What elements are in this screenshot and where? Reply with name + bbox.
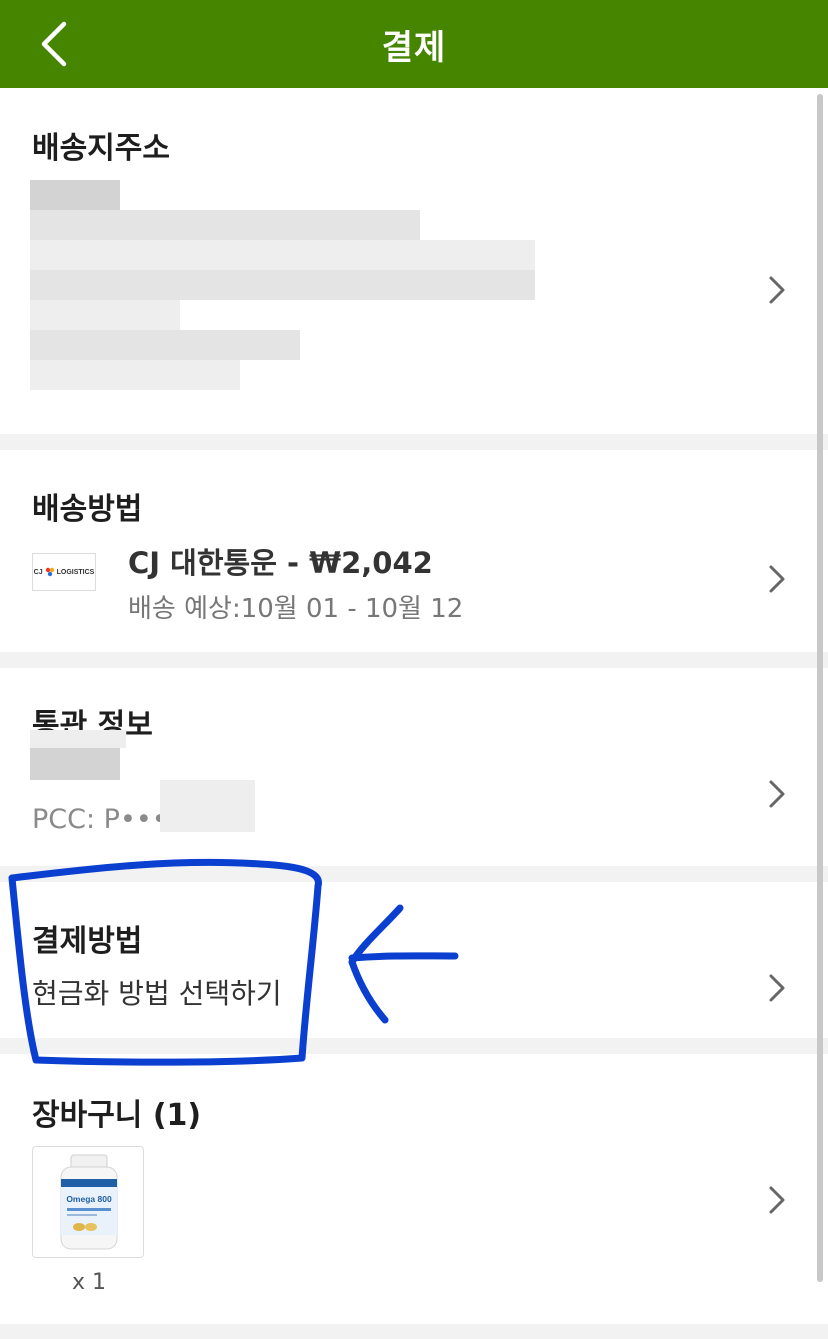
pcc-number: PCC: P••• — [32, 804, 168, 835]
supplement-bottle-image: Omega 800 — [60, 1154, 118, 1250]
shipping-carrier-price: CJ 대한통운 - ₩2,042 — [128, 546, 433, 580]
payment-title: 결제방법 — [32, 924, 143, 959]
product-quantity: x 1 — [72, 1270, 107, 1295]
payment-method-select[interactable]: 현금화 방법 선택하기 — [32, 972, 282, 1012]
cart-title: 장바구니 (1) — [32, 1098, 202, 1133]
customs-info-section[interactable]: 통관 정보 PCC: P••• — [0, 668, 828, 866]
cart-section[interactable]: 장바구니 (1) Omega 800 x 1 — [0, 1054, 828, 1324]
chevron-right-icon — [769, 1186, 785, 1214]
scrollbar[interactable] — [817, 94, 823, 1282]
address-title: 배송지주소 — [32, 131, 170, 166]
payment-method-section[interactable]: 결제방법 현금화 방법 선택하기 — [0, 882, 828, 1038]
shipping-title: 배송방법 — [32, 492, 143, 527]
chevron-left-icon — [41, 21, 67, 67]
shipping-method-section[interactable]: 배송방법 CJ LOGISTICS CJ 대한통운 - ₩2,042 배송 예상… — [0, 450, 828, 652]
shipping-eta: 배송 예상:10월 01 - 10월 12 — [128, 594, 464, 624]
chevron-right-icon — [769, 276, 785, 304]
chevron-right-icon — [769, 974, 785, 1002]
top-app-bar: 결제 — [0, 0, 828, 88]
product-thumbnail[interactable]: Omega 800 — [32, 1146, 144, 1258]
chevron-right-icon — [769, 780, 785, 808]
chevron-right-icon — [769, 565, 785, 593]
cj-logistics-logo: CJ LOGISTICS — [32, 553, 96, 591]
address-section[interactable]: 배송지주소 — [0, 88, 828, 434]
back-button[interactable] — [30, 16, 86, 72]
pcc-redacted — [160, 780, 255, 832]
page-title: 결제 — [381, 27, 447, 68]
product-label: Omega 800 — [66, 1194, 112, 1204]
